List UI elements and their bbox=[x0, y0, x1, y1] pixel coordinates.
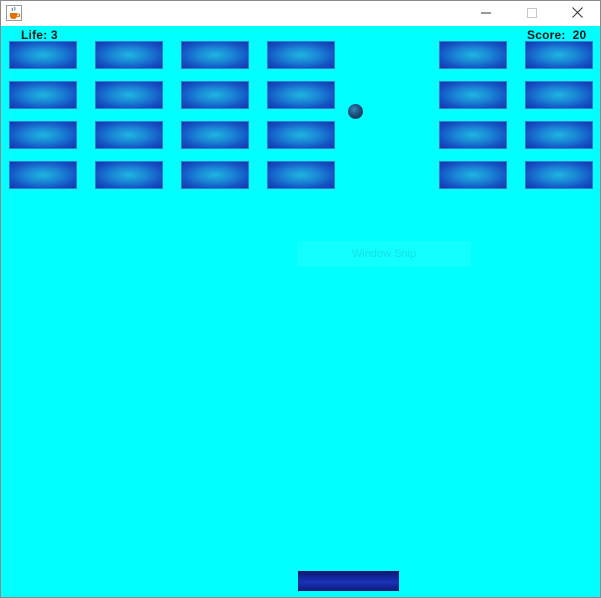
brick bbox=[267, 161, 335, 189]
brick bbox=[525, 41, 593, 69]
brick bbox=[9, 121, 77, 149]
close-icon bbox=[571, 5, 583, 23]
score-value: 20 bbox=[572, 28, 587, 42]
game-canvas[interactable]: Life: 3 Score: 20 Window Snip bbox=[1, 26, 600, 597]
brick bbox=[95, 41, 163, 69]
life-label: Life: bbox=[21, 28, 48, 42]
life-counter: Life: 3 bbox=[21, 28, 58, 42]
score-counter: Score: 20 bbox=[527, 28, 586, 42]
brick bbox=[439, 41, 507, 69]
brick bbox=[181, 121, 249, 149]
brick bbox=[181, 41, 249, 69]
brick bbox=[95, 81, 163, 109]
title-bar[interactable] bbox=[1, 1, 600, 26]
brick bbox=[181, 161, 249, 189]
brick bbox=[525, 121, 593, 149]
ball bbox=[348, 104, 363, 119]
java-coffee-cup-icon bbox=[6, 5, 22, 21]
brick bbox=[439, 161, 507, 189]
brick bbox=[267, 81, 335, 109]
brick bbox=[525, 161, 593, 189]
minimize-button[interactable] bbox=[463, 1, 509, 26]
maximize-icon bbox=[527, 5, 537, 23]
brick bbox=[95, 161, 163, 189]
brick bbox=[95, 121, 163, 149]
brick bbox=[9, 161, 77, 189]
brick bbox=[9, 81, 77, 109]
game-window: Life: 3 Score: 20 Window Snip bbox=[0, 0, 601, 598]
brick bbox=[267, 41, 335, 69]
brick bbox=[439, 121, 507, 149]
minimize-icon bbox=[481, 5, 491, 23]
score-label: Score: bbox=[527, 28, 566, 42]
brick bbox=[181, 81, 249, 109]
brick bbox=[267, 121, 335, 149]
maximize-button bbox=[509, 1, 555, 26]
window-snip-overlay: Window Snip bbox=[297, 241, 471, 267]
brick bbox=[439, 81, 507, 109]
brick bbox=[525, 81, 593, 109]
close-button[interactable] bbox=[554, 1, 600, 26]
paddle[interactable] bbox=[298, 571, 399, 591]
brick bbox=[9, 41, 77, 69]
life-value: 3 bbox=[50, 28, 58, 42]
